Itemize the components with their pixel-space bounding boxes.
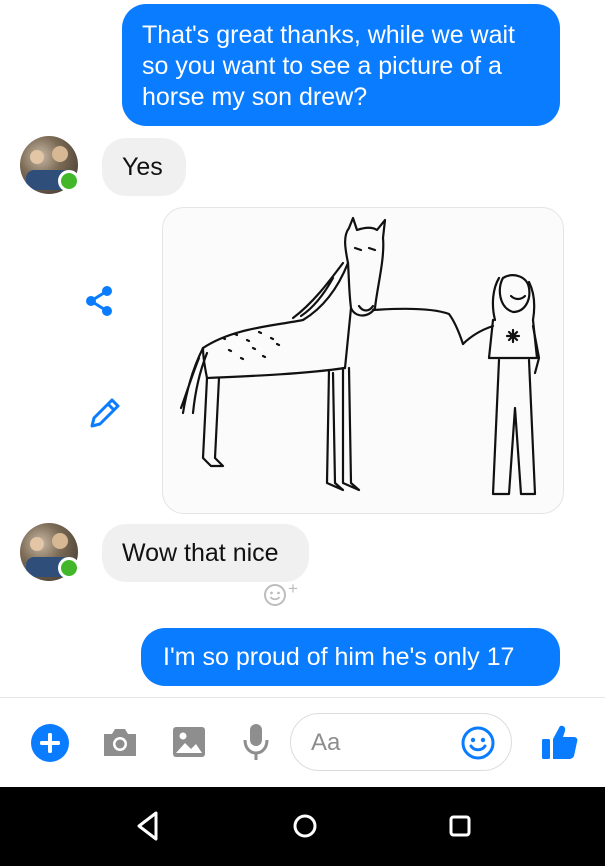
image-attachment-horse-drawing[interactable] <box>162 207 564 514</box>
microphone-icon[interactable] <box>242 722 270 762</box>
online-status-indicator <box>58 170 80 192</box>
add-reaction-icon[interactable]: + <box>262 579 302 608</box>
contact-avatar[interactable] <box>20 136 80 194</box>
message-text: That's great thanks, while we wait so yo… <box>142 21 515 111</box>
emoji-icon[interactable] <box>461 726 495 760</box>
incoming-message[interactable]: Wow that nice <box>102 524 309 582</box>
gallery-icon[interactable] <box>172 726 206 758</box>
plus-icon[interactable] <box>30 723 70 763</box>
share-icon[interactable] <box>82 284 116 318</box>
contact-avatar[interactable] <box>20 523 80 581</box>
horse-drawing-image <box>179 216 541 496</box>
system-navigation-bar <box>0 787 605 866</box>
back-icon[interactable] <box>134 809 162 843</box>
outgoing-message[interactable]: That's great thanks, while we wait so yo… <box>122 4 560 126</box>
message-text: I'm so proud of him he's only 17 <box>163 643 515 671</box>
message-input-placeholder: Aa <box>311 729 341 756</box>
online-status-indicator <box>58 557 80 579</box>
outgoing-message[interactable]: I'm so proud of him he's only 17 <box>141 628 560 686</box>
incoming-message[interactable]: Yes <box>102 138 186 196</box>
recents-icon[interactable] <box>446 809 474 843</box>
camera-icon[interactable] <box>102 726 138 758</box>
home-icon[interactable] <box>288 809 322 843</box>
composer-bar: Aa <box>0 697 605 787</box>
thumbs-up-icon[interactable] <box>540 722 580 762</box>
message-text: Yes <box>122 153 163 181</box>
edit-pencil-icon[interactable] <box>84 394 124 434</box>
reaction-plus: + <box>288 579 298 598</box>
message-input[interactable]: Aa <box>290 713 512 771</box>
message-text: Wow that nice <box>122 539 279 567</box>
